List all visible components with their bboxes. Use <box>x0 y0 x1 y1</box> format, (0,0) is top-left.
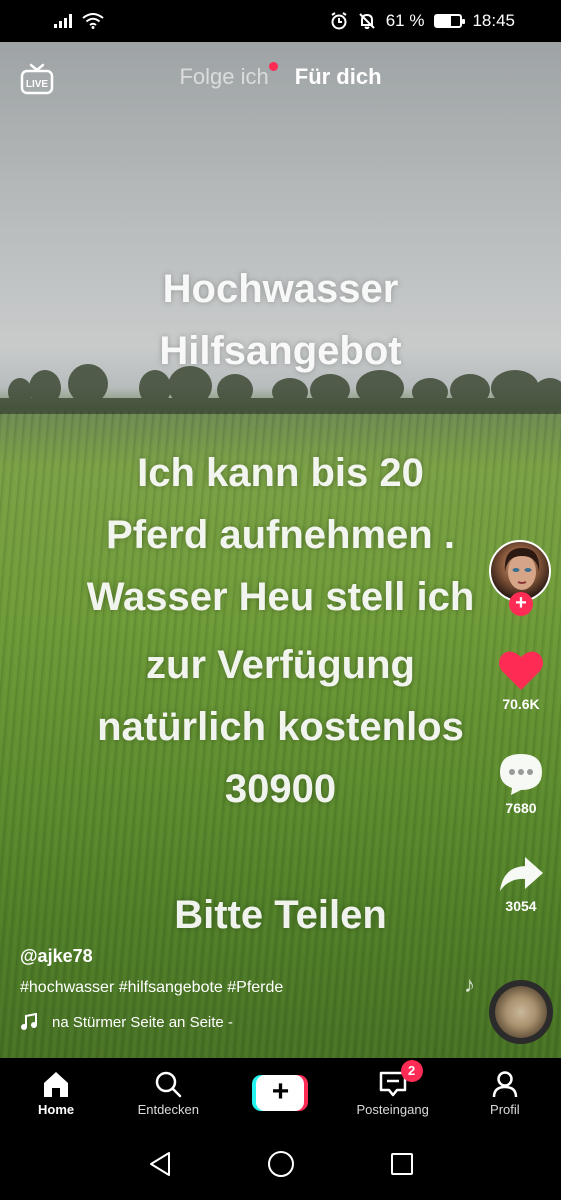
like-count: 70.6K <box>502 696 540 712</box>
music-row[interactable]: na Stürmer Seite an Seite - <box>20 1013 320 1031</box>
video-text-line: Bitte Teilen <box>174 893 387 937</box>
battery-icon <box>434 14 466 28</box>
music-title: na Stürmer Seite an Seite - <box>52 1013 233 1031</box>
nav-discover-label: Entdecken <box>137 1101 199 1117</box>
recents-square-icon[interactable] <box>390 1152 414 1176</box>
share-button[interactable]: 3054 <box>481 854 561 914</box>
back-icon[interactable] <box>147 1151 173 1177</box>
video-text-line: Ich kann bis 20 <box>137 451 424 495</box>
video-player[interactable]: Hochwasser Hilfsangebot Ich kann bis 20 … <box>0 42 561 1058</box>
share-count: 3054 <box>505 898 537 914</box>
nav-home[interactable]: Home <box>6 1070 106 1117</box>
nav-profile[interactable]: Profil <box>455 1070 555 1117</box>
video-text-line: Hilfsangebot <box>159 329 402 373</box>
comment-count: 7680 <box>505 800 537 816</box>
status-bar: 61 % 18:45 <box>0 0 561 42</box>
mute-bell-icon <box>358 13 375 29</box>
nav-create[interactable]: + <box>230 1075 330 1111</box>
video-text-line: Wasser Heu stell ich <box>86 575 475 619</box>
home-icon <box>44 1071 69 1097</box>
search-icon <box>156 1071 182 1097</box>
heart-icon <box>499 651 543 690</box>
music-notes-icon: ♪ <box>464 972 475 997</box>
comment-button[interactable]: 7680 <box>481 752 561 816</box>
profile-icon <box>492 1070 518 1097</box>
follow-button[interactable]: + <box>509 592 533 616</box>
plus-icon: + <box>256 1075 305 1111</box>
clock: 18:45 <box>472 11 515 30</box>
music-disc[interactable] <box>489 980 553 1044</box>
caption: @ajke78 #hochwasser #hilfsangebote #Pfer… <box>20 946 460 1031</box>
username[interactable]: @ajke78 <box>20 946 460 967</box>
tab-for-you[interactable]: Für dich <box>295 64 382 90</box>
video-text-line: Pferd aufnehmen . <box>106 513 455 557</box>
nav-discover[interactable]: Entdecken <box>118 1070 218 1117</box>
wifi-icon <box>82 13 104 29</box>
share-arrow-icon <box>500 857 543 891</box>
nav-home-label: Home <box>38 1101 75 1117</box>
hashtags[interactable]: #hochwasser #hilfsangebote #Pferde <box>20 979 460 997</box>
like-button[interactable]: 70.6K <box>481 648 561 712</box>
home-circle-icon[interactable] <box>267 1150 295 1178</box>
tab-following-label: Folge ich <box>179 64 269 89</box>
video-text-line: Hochwasser <box>162 267 399 311</box>
create-button[interactable]: + <box>252 1075 309 1111</box>
bottom-nav: Home Entdecken + 2 Posteingang Profil <box>0 1058 561 1128</box>
video-text-line: natürlich kostenlos <box>97 705 464 749</box>
music-note-icon <box>21 1013 37 1030</box>
comment-icon <box>500 754 542 795</box>
signal-icon <box>54 14 72 28</box>
feed-tabs: Folge ich Für dich <box>0 62 561 90</box>
nav-profile-label: Profil <box>490 1101 520 1117</box>
system-nav-bar <box>0 1128 561 1200</box>
notification-dot <box>268 62 278 71</box>
nav-inbox-label: Posteingang <box>356 1101 429 1117</box>
video-text-line: zur Verfügung <box>146 643 415 687</box>
tab-following[interactable]: Folge ich <box>179 62 278 90</box>
battery-percent: 61 % <box>385 11 425 30</box>
video-text-line: 30900 <box>224 767 337 811</box>
nav-inbox[interactable]: 2 Posteingang <box>343 1059 443 1117</box>
alarm-icon <box>331 12 347 30</box>
inbox-badge: 2 <box>400 1059 423 1082</box>
